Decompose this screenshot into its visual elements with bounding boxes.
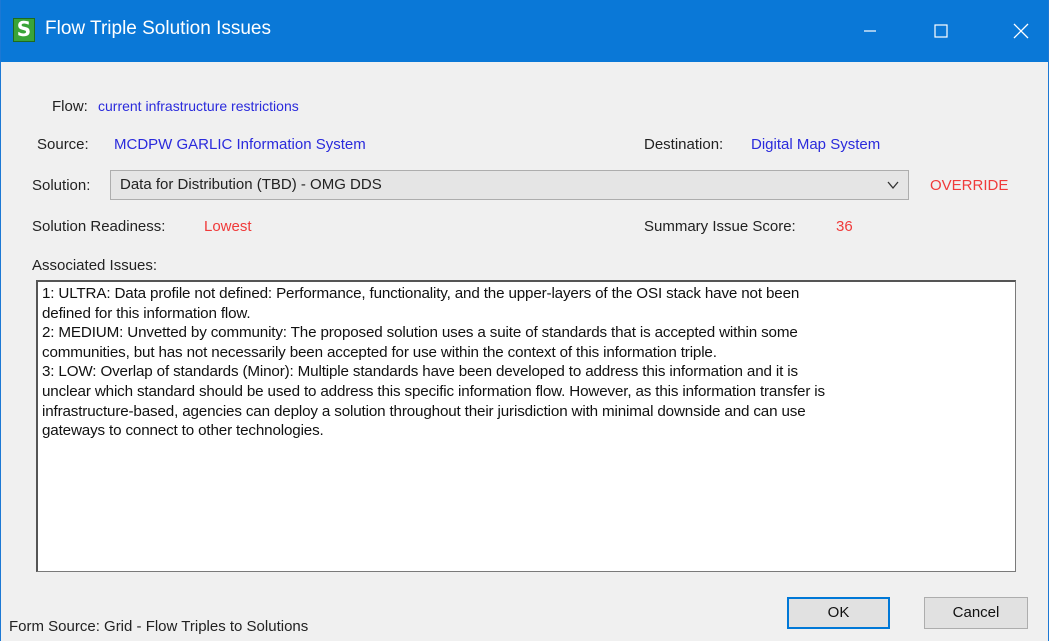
source-value: MCDPW GARLIC Information System: [114, 136, 366, 153]
solution-selected-value: Data for Distribution (TBD) - OMG DDS: [120, 176, 382, 193]
flow-value: current infrastructure restrictions: [98, 98, 299, 114]
window-title: Flow Triple Solution Issues: [45, 18, 271, 39]
readiness-value: Lowest: [204, 218, 252, 235]
destination-value: Digital Map System: [751, 136, 881, 153]
summary-score-label: Summary Issue Score:: [644, 218, 796, 235]
app-icon-letter: S: [16, 17, 32, 41]
flow-label: Flow:: [52, 98, 88, 115]
ok-button[interactable]: OK: [787, 597, 890, 629]
title-bar[interactable]: S Flow Triple Solution Issues: [1, 0, 1048, 62]
dialog-window: S Flow Triple Solution Issues Flow: curr…: [0, 0, 1049, 641]
form-source-text: Form Source: Grid - Flow Triples to Solu…: [9, 618, 309, 635]
issue-line: 2: MEDIUM: Unvetted by community: The pr…: [42, 324, 798, 342]
chevron-down-icon: [887, 181, 899, 190]
issue-line: defined for this information flow.: [42, 304, 251, 322]
solution-dropdown[interactable]: Data for Distribution (TBD) - OMG DDS: [110, 170, 909, 200]
app-icon: S: [13, 17, 35, 42]
issues-label: Associated Issues:: [32, 257, 158, 274]
minimize-icon: [864, 30, 876, 32]
summary-score-value: 36: [836, 218, 853, 235]
issues-textarea[interactable]: 1: ULTRA: Data profile not defined: Perf…: [36, 280, 1016, 572]
cancel-button[interactable]: Cancel: [924, 597, 1028, 629]
issue-line: infrastructure-based, agencies can deplo…: [42, 402, 806, 420]
minimize-button[interactable]: [847, 0, 893, 62]
source-label: Source:: [37, 136, 89, 153]
maximize-button[interactable]: [918, 0, 964, 62]
issue-line: communities, but has not necessarily bee…: [42, 343, 717, 361]
close-button[interactable]: [998, 0, 1044, 62]
readiness-label: Solution Readiness:: [32, 218, 166, 235]
override-link[interactable]: OVERRIDE: [930, 177, 1008, 194]
close-icon: [1013, 23, 1029, 39]
issue-line: unclear which standard should be used to…: [42, 382, 825, 400]
issue-line: 3: LOW: Overlap of standards (Minor): Mu…: [42, 363, 798, 381]
maximize-icon: [934, 24, 948, 38]
issue-line: gateways to connect to other technologie…: [42, 422, 324, 440]
issue-line: 1: ULTRA: Data profile not defined: Perf…: [42, 285, 800, 302]
destination-label: Destination:: [644, 136, 724, 153]
solution-label: Solution:: [32, 177, 91, 194]
